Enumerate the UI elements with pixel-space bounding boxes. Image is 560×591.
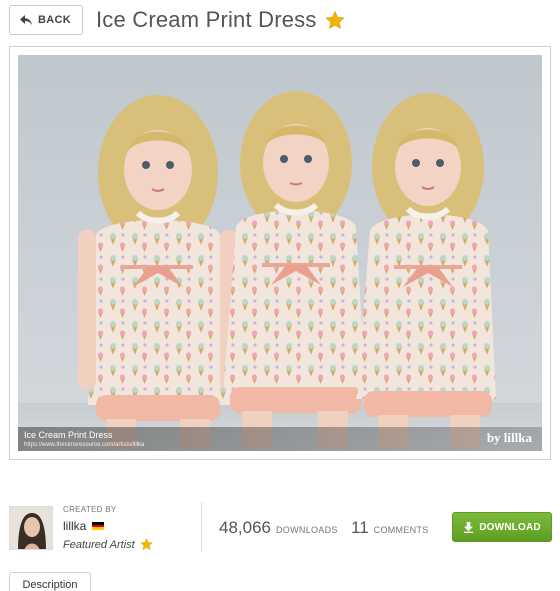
- star-icon: [139, 538, 153, 551]
- toddler-1: [78, 95, 238, 449]
- author-row: lillka: [63, 519, 105, 533]
- featured-artist-row: Featured Artist: [63, 538, 153, 551]
- star-icon[interactable]: [325, 10, 345, 30]
- comments-count: 11: [351, 518, 369, 537]
- comments-label: COMMENTS: [373, 525, 429, 535]
- toddlers-illustration: [78, 91, 496, 449]
- download-button[interactable]: DOWNLOAD: [452, 512, 552, 542]
- created-by-label: CREATED BY: [63, 505, 117, 514]
- author-name[interactable]: lillka: [63, 519, 86, 533]
- toddler-3: [356, 93, 496, 449]
- avatar[interactable]: [9, 506, 53, 550]
- preview-image[interactable]: Ice Cream Print Dress https://www.thesim…: [18, 55, 542, 451]
- page-title: Ice Cream Print Dress: [95, 7, 317, 32]
- featured-artist-label: Featured Artist: [63, 538, 135, 551]
- download-button-label: DOWNLOAD: [479, 521, 541, 533]
- germany-flag-icon: [92, 522, 105, 531]
- item-meta: CREATED BY lillka Featured Artist 48,066…: [9, 502, 554, 556]
- toddler-2: [223, 91, 366, 447]
- back-arrow-icon: [20, 14, 32, 25]
- downloads-label: DOWNLOADS: [276, 525, 338, 535]
- meta-divider: [201, 502, 202, 552]
- caption-brand: by lillka: [486, 430, 532, 445]
- downloads-stat: 48,066 DOWNLOADS: [219, 518, 338, 538]
- tab-description[interactable]: Description: [9, 572, 91, 591]
- back-button[interactable]: BACK: [9, 5, 83, 35]
- preview-image-frame: Ice Cream Print Dress https://www.thesim…: [9, 46, 551, 460]
- caption-url: https://www.thesimsresource.com/artists/…: [24, 442, 145, 448]
- caption-title: Ice Cream Print Dress: [24, 430, 113, 440]
- download-icon: [464, 521, 474, 533]
- back-button-label: BACK: [38, 14, 71, 26]
- page-header: BACK Ice Cream Print Dress: [9, 4, 549, 36]
- downloads-count: 48,066: [219, 518, 271, 537]
- comments-stat[interactable]: 11 COMMENTS: [351, 518, 429, 538]
